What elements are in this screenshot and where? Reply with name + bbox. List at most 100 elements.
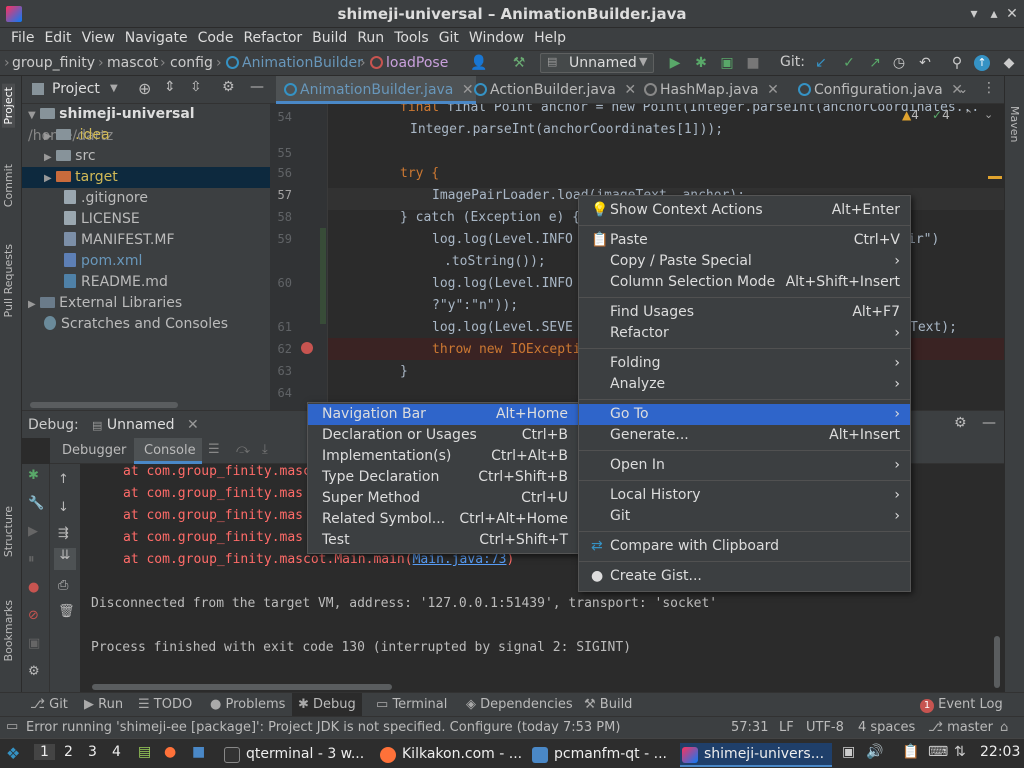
wrench-icon[interactable]: 🔧 bbox=[28, 496, 44, 511]
menu-git[interactable]: Git bbox=[434, 28, 464, 50]
workspace-4[interactable]: 4 bbox=[112, 744, 121, 760]
stop-icon[interactable]: ■ bbox=[744, 54, 762, 72]
strip-commit[interactable]: Commit bbox=[2, 164, 15, 207]
file-encoding[interactable]: UTF-8 bbox=[806, 720, 844, 735]
hide-panel-icon[interactable]: — bbox=[250, 79, 264, 95]
console-vertical-scrollbar[interactable] bbox=[994, 636, 1000, 688]
toolwindow-dependencies[interactable]: ◈ Dependencies bbox=[466, 697, 573, 712]
menu-file[interactable]: File bbox=[6, 28, 39, 50]
menu-item-go-to[interactable]: Go To › bbox=[579, 404, 910, 425]
ide-logo-icon[interactable]: ◆ bbox=[1000, 54, 1018, 72]
console-horizontal-scrollbar[interactable] bbox=[92, 684, 392, 690]
menu-item-create-gist[interactable]: ● Create Gist... bbox=[579, 566, 910, 587]
tree-item-idea[interactable]: ▶ .idea bbox=[22, 125, 270, 146]
menu-item-paste[interactable]: 📋 Paste Ctrl+V bbox=[579, 230, 910, 251]
project-title[interactable]: Project bbox=[52, 81, 100, 97]
menu-item-open-in[interactable]: Open In › bbox=[579, 455, 910, 476]
project-horizontal-scrollbar[interactable] bbox=[30, 402, 178, 408]
menu-icon[interactable]: ☰ bbox=[208, 442, 220, 457]
run-config-selector[interactable]: ▤ Unnamed ▼ bbox=[540, 53, 654, 73]
git-push-icon[interactable]: ↗ bbox=[866, 54, 884, 72]
history-icon[interactable]: ◷ bbox=[890, 54, 908, 72]
strip-structure[interactable]: Structure bbox=[2, 506, 15, 557]
mute-breakpoints-icon[interactable]: ⊘ bbox=[28, 608, 39, 623]
volume-icon[interactable]: 🔊 bbox=[866, 744, 883, 760]
chevron-down-icon[interactable]: ⌄ bbox=[984, 108, 993, 121]
menu-item-show-context-actions[interactable]: 💡 Show Context Actions Alt+Enter bbox=[579, 200, 910, 221]
network-icon[interactable]: ⇅ bbox=[954, 744, 966, 760]
search-icon[interactable]: ⚲ bbox=[948, 54, 966, 72]
hide-panel-icon[interactable]: — bbox=[982, 415, 996, 431]
screen-icon[interactable]: ▣ bbox=[842, 744, 855, 760]
workspace-2[interactable]: 2 bbox=[64, 744, 73, 760]
clock[interactable]: 22:03 bbox=[980, 744, 1020, 760]
menu-item-find-usages[interactable]: Find Usages Alt+F7 bbox=[579, 302, 910, 323]
menu-item-analyze[interactable]: Analyze › bbox=[579, 374, 910, 395]
breadcrumb-group-finity[interactable]: group_finity bbox=[12, 55, 95, 71]
line-separator[interactable]: LF bbox=[779, 720, 794, 735]
git-branch-widget[interactable]: ⎇ master bbox=[928, 720, 993, 735]
more-icon[interactable]: ⋮ bbox=[982, 80, 996, 96]
gear-icon[interactable]: ⚙ bbox=[222, 79, 235, 95]
menu-edit[interactable]: Edit bbox=[39, 28, 76, 50]
locate-icon[interactable]: ⊕ bbox=[138, 79, 151, 98]
menu-item-declaration-usages[interactable]: Declaration or Usages Ctrl+B bbox=[308, 425, 578, 446]
strip-project[interactable]: Project bbox=[2, 84, 15, 128]
menu-run[interactable]: Run bbox=[352, 28, 389, 50]
tree-item-root[interactable]: ▼ shimeji-universal /home/dartz bbox=[22, 104, 270, 144]
menu-refactor[interactable]: Refactor bbox=[238, 28, 307, 50]
tab-hashmap[interactable]: HashMap.java ✕ bbox=[636, 76, 796, 104]
down-arrow-icon[interactable]: ↓ bbox=[58, 500, 69, 515]
breadcrumb-config[interactable]: config bbox=[170, 55, 213, 71]
tree-item-scratches[interactable]: Scratches and Consoles bbox=[22, 314, 270, 335]
collapse-all-icon[interactable]: ⇕ bbox=[164, 79, 176, 95]
weak-warning-icon[interactable]: ✓4 bbox=[932, 108, 950, 122]
tree-item-target[interactable]: ▶ target bbox=[22, 167, 270, 188]
tabs-overflow-icon[interactable]: ⌄ bbox=[958, 82, 968, 96]
camera-icon[interactable]: ▣ bbox=[28, 636, 40, 651]
menu-item-git[interactable]: Git › bbox=[579, 506, 910, 527]
menu-item-folding[interactable]: Folding › bbox=[579, 353, 910, 374]
status-panel-icon[interactable]: ▭ bbox=[6, 719, 18, 734]
caret-position[interactable]: 57:31 bbox=[731, 720, 768, 735]
menu-item-copy-paste-special[interactable]: Copy / Paste Special › bbox=[579, 251, 910, 272]
toolwindow-problems[interactable]: ● Problems bbox=[210, 697, 285, 712]
menu-help[interactable]: Help bbox=[529, 28, 571, 50]
menu-tools[interactable]: Tools bbox=[389, 28, 434, 50]
rollback-icon[interactable]: ↶ bbox=[916, 54, 934, 72]
tree-item-external-libraries[interactable]: ▶ External Libraries bbox=[22, 293, 270, 314]
tab-animationbuilder[interactable]: AnimationBuilder.java ✕ bbox=[276, 76, 476, 104]
print-icon[interactable]: ⎙ bbox=[58, 578, 68, 593]
status-message[interactable]: Error running 'shimeji-ee [package]': Pr… bbox=[26, 720, 620, 735]
tree-item-gitignore[interactable]: .gitignore bbox=[22, 188, 270, 209]
debug-bug-icon[interactable]: ✱ bbox=[692, 54, 710, 72]
tab-configuration[interactable]: Configuration.java ✕ bbox=[790, 76, 982, 104]
breadcrumb-loadpose[interactable]: loadPose bbox=[370, 55, 448, 71]
soft-wrap-icon[interactable]: ⇶ bbox=[58, 526, 69, 541]
tab-debugger[interactable]: Debugger bbox=[62, 443, 126, 458]
tree-item-readme[interactable]: README.md bbox=[22, 272, 270, 293]
toolwindow-event-log[interactable]: 1 Event Log bbox=[920, 697, 1003, 713]
workspace-3[interactable]: 3 bbox=[88, 744, 97, 760]
indent-setting[interactable]: 4 spaces bbox=[858, 720, 915, 735]
tree-item-src[interactable]: ▶ src bbox=[22, 146, 270, 167]
tree-item-pom[interactable]: pom.xml bbox=[22, 251, 270, 272]
trash-icon[interactable]: 🗑 bbox=[58, 604, 75, 619]
toolwindow-build[interactable]: ⚒ Build bbox=[584, 697, 632, 712]
resume-icon[interactable]: ▶ bbox=[28, 524, 38, 539]
lock-icon[interactable]: ⌂ bbox=[1000, 720, 1008, 735]
menu-item-navigation-bar[interactable]: Navigation Bar Alt+Home bbox=[308, 404, 578, 425]
menu-item-compare-clipboard[interactable]: ⇄ Compare with Clipboard bbox=[579, 536, 910, 557]
menu-code[interactable]: Code bbox=[193, 28, 239, 50]
close-icon[interactable]: ✕ bbox=[1002, 4, 1022, 24]
rerun-debug-icon[interactable]: ✱ bbox=[28, 468, 39, 483]
gear-icon[interactable]: ⚙ bbox=[28, 664, 40, 679]
expand-all-icon[interactable]: ⇳ bbox=[190, 79, 202, 95]
strip-maven[interactable]: Maven bbox=[1008, 106, 1021, 142]
git-commit-icon[interactable]: ✓ bbox=[840, 54, 858, 72]
run-icon[interactable]: ▶ bbox=[666, 54, 684, 72]
gear-icon[interactable]: ⚙ bbox=[954, 415, 967, 431]
breakpoint-icon[interactable] bbox=[301, 342, 313, 354]
step-into-icon[interactable]: ⤓ bbox=[262, 442, 268, 457]
task-qterminal[interactable]: qterminal - 3 w... bbox=[222, 743, 370, 767]
